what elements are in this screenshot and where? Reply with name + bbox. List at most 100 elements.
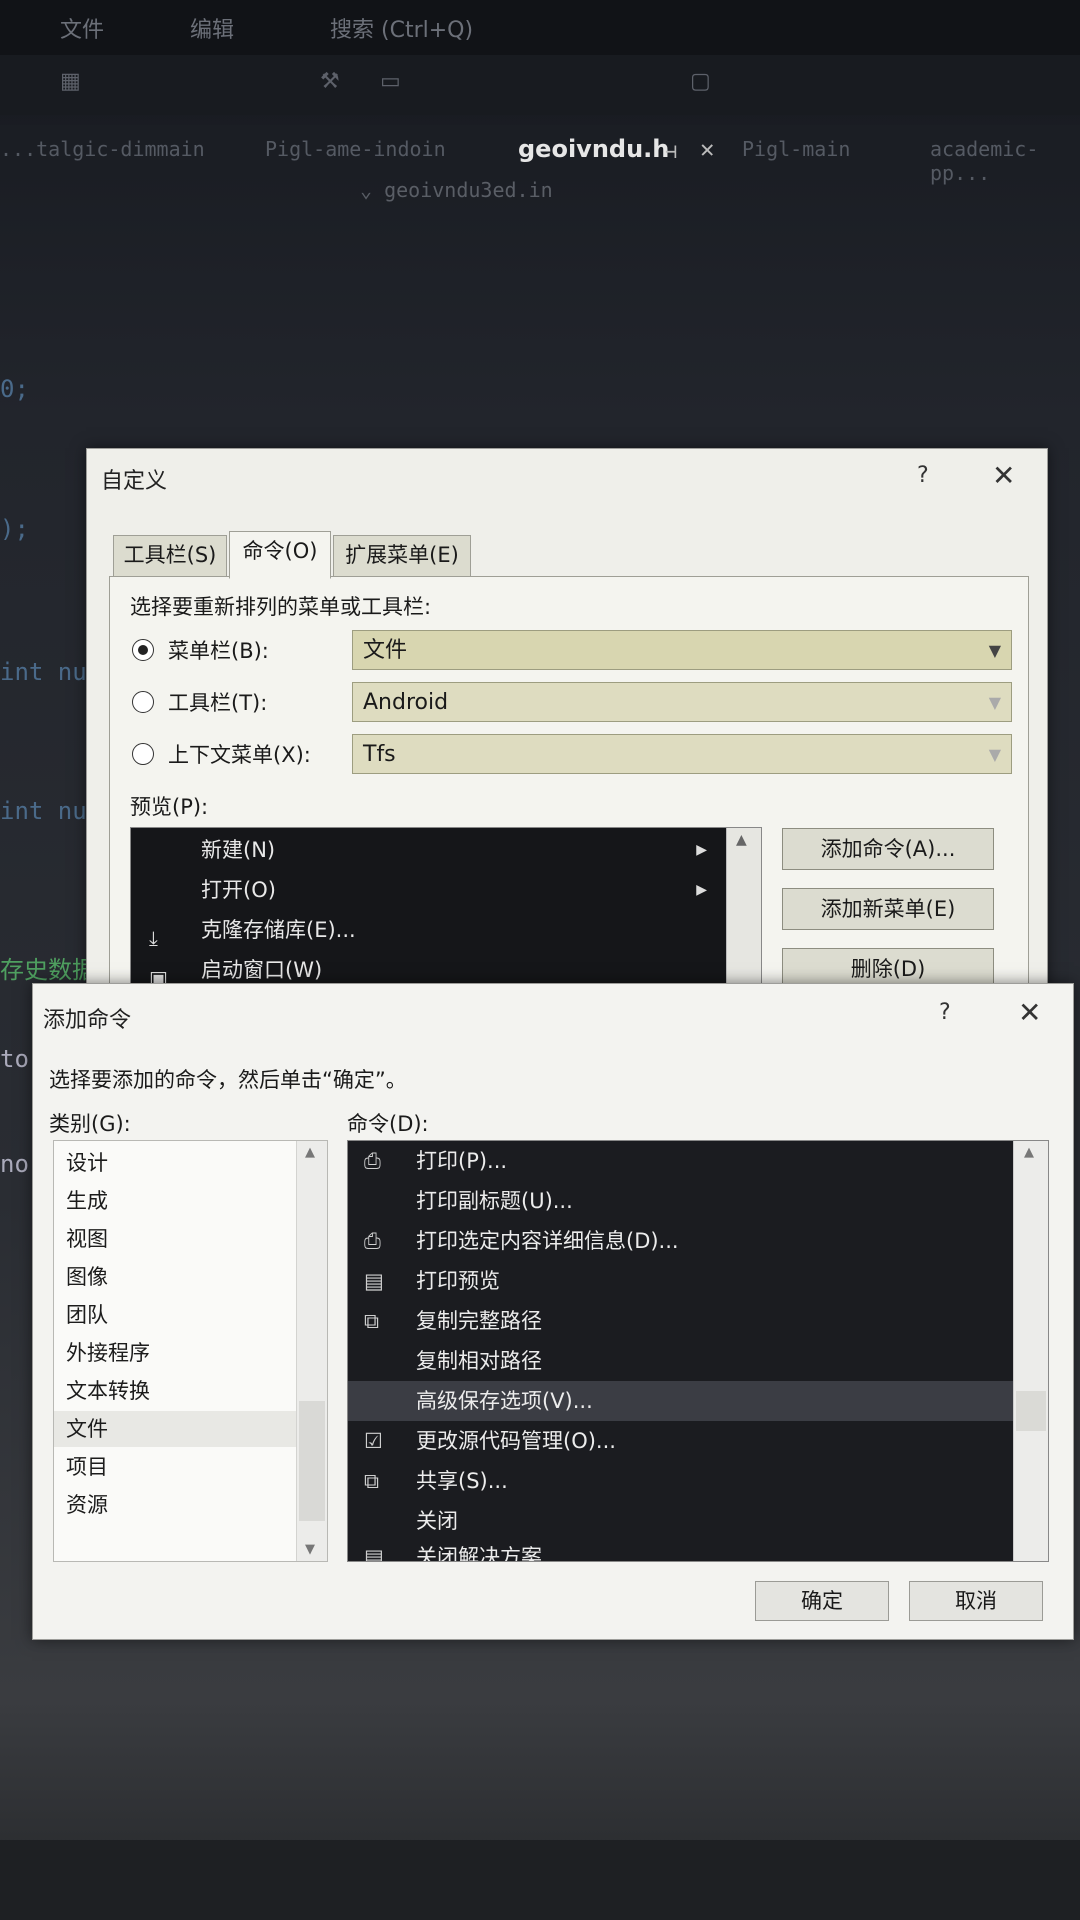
chevron-down-icon[interactable]: ▼ — [305, 1542, 315, 1557]
toolbar-icon[interactable]: ▢ — [690, 69, 711, 94]
list-item[interactable]: 复制相对路径 — [348, 1341, 1014, 1381]
command-label-text: 打印副标题(U)... — [416, 1189, 573, 1213]
chevron-up-icon[interactable]: ▲ — [1024, 1145, 1034, 1160]
add-command-instruction: 选择要添加的命令，然后单击“确定”。 — [49, 1068, 407, 1092]
menu-preview-list[interactable]: 新建(N) ▶ 打开(O) ▶ ⤓ 克隆存储库(E)... ▣ 启动窗口(W) … — [130, 827, 762, 999]
toolbar-radio[interactable] — [132, 691, 154, 713]
editor-subtab[interactable]: ⌄ geoivndu3ed.in — [360, 178, 553, 202]
build-icon[interactable]: ⚒ — [320, 69, 340, 94]
category-scrollbar[interactable]: ▲ ▼ — [296, 1141, 327, 1561]
close-icon[interactable]: ✕ — [992, 459, 1015, 492]
list-item[interactable]: 图像 — [66, 1261, 108, 1291]
code-line: 0; — [0, 375, 29, 403]
help-icon[interactable]: ? — [939, 1000, 951, 1025]
context-menu-radio[interactable] — [132, 743, 154, 765]
cancel-button[interactable]: 取消 — [909, 1581, 1043, 1621]
command-list[interactable]: ⎙ 打印(P)... 打印副标题(U)... ⎙ 打印选定内容详细信息(D)..… — [347, 1140, 1049, 1562]
list-item[interactable]: ⧉ 共享(S)... — [348, 1461, 1014, 1501]
editor-tab[interactable]: academic-pp... — [930, 137, 1080, 185]
ide-menu-edit[interactable]: 编辑 — [190, 12, 234, 44]
preview-item-label: 克隆存储库(E)... — [201, 918, 356, 942]
chevron-down-icon: ▼ — [988, 641, 1001, 660]
list-item[interactable]: ▤ 关闭解决方案 — [348, 1541, 1014, 1561]
ok-button[interactable]: 确定 — [755, 1581, 889, 1621]
list-item[interactable]: 团队 — [66, 1299, 108, 1329]
list-item[interactable]: 打印副标题(U)... — [348, 1181, 1014, 1221]
tab-toolbars[interactable]: 工具栏(S) — [113, 535, 227, 577]
printer-icon: ⎙ — [364, 1149, 381, 1173]
command-label-text: 更改源代码管理(O)... — [416, 1429, 616, 1453]
add-command-dialog: 添加命令 ? ✕ 选择要添加的命令，然后单击“确定”。 类别(G): 命令(D)… — [32, 983, 1074, 1640]
tab-extension-menus[interactable]: 扩展菜单(E) — [333, 535, 471, 577]
chevron-down-icon: ▼ — [988, 745, 1001, 764]
command-label-text: 高级保存选项(V)... — [416, 1389, 593, 1413]
chevron-up-icon[interactable]: ▲ — [305, 1145, 315, 1160]
close-icon[interactable]: ✕ — [1018, 996, 1041, 1029]
list-item[interactable]: ☑ 更改源代码管理(O)... — [348, 1421, 1014, 1461]
list-item[interactable]: 生成 — [66, 1185, 108, 1215]
list-item[interactable]: ▤ 打印预览 — [348, 1261, 1014, 1301]
ide-menu-file[interactable]: 文件 — [60, 12, 104, 44]
list-item[interactable]: 文本转换 — [66, 1375, 150, 1405]
code-line: int nu — [0, 797, 87, 825]
scrollbar-thumb[interactable] — [299, 1401, 325, 1521]
submenu-arrow-icon: ▶ — [696, 842, 707, 858]
preview-item[interactable]: 新建(N) ▶ — [131, 830, 727, 870]
share-icon: ⧉ — [364, 1469, 379, 1493]
preview-item[interactable]: ⤓ 克隆存储库(E)... — [131, 910, 727, 950]
toolbar-select[interactable]: Android ▼ — [352, 682, 1012, 722]
list-item-selected[interactable]: 文件 — [66, 1413, 108, 1443]
scrollbar-thumb[interactable] — [1016, 1391, 1046, 1431]
toolbar-radio-label: 工具栏(T): — [168, 691, 268, 715]
list-item[interactable]: 设计 — [66, 1147, 108, 1177]
context-menu-select-value: Tfs — [363, 742, 396, 767]
close-solution-icon: ▤ — [364, 1545, 384, 1561]
preview-scrollbar[interactable]: ▲ — [726, 828, 761, 998]
command-label-text: 复制相对路径 — [416, 1349, 542, 1373]
preview-item[interactable]: 打开(O) ▶ — [131, 870, 727, 910]
tab-commands[interactable]: 命令(O) — [229, 531, 331, 579]
command-scrollbar[interactable]: ▲ — [1013, 1141, 1048, 1561]
code-line: int nu — [0, 658, 87, 686]
help-icon[interactable]: ? — [917, 463, 929, 488]
customize-dialog: 自定义 ? ✕ 工具栏(S) 命令(O) 扩展菜单(E) 选择要重新排列的菜单或… — [86, 448, 1048, 1018]
list-item[interactable]: 视图 — [66, 1223, 108, 1253]
ide-menubar: 文件 编辑 搜索 (Ctrl+Q) — [0, 0, 1080, 55]
code-line: ); — [0, 515, 29, 543]
command-label-text: 关闭 — [416, 1509, 458, 1533]
list-item-highlighted[interactable]: 高级保存选项(V)... — [348, 1381, 1014, 1421]
chevron-up-icon[interactable]: ▲ — [736, 832, 747, 848]
print-preview-icon: ▤ — [364, 1269, 384, 1293]
menubar-select[interactable]: 文件 ▼ — [352, 630, 1012, 670]
list-item[interactable]: 项目 — [66, 1451, 108, 1481]
list-item[interactable]: 关闭 — [348, 1501, 1014, 1541]
chevron-down-icon: ▼ — [988, 693, 1001, 712]
add-new-menu-button[interactable]: 添加新菜单(E) — [782, 888, 994, 930]
list-item[interactable]: 资源 — [66, 1489, 108, 1519]
category-list[interactable]: 设计 生成 视图 图像 团队 外接程序 文本转换 文件 项目 资源 ▲ ▼ — [53, 1140, 328, 1562]
source-control-icon: ☑ — [364, 1429, 383, 1453]
close-icon[interactable]: ✕ — [700, 135, 714, 163]
pin-icon[interactable]: ⊣ — [665, 139, 677, 163]
chevron-down-icon: ⌄ — [360, 178, 385, 202]
list-item[interactable]: ⎙ 打印选定内容详细信息(D)... — [348, 1221, 1014, 1261]
editor-tab[interactable]: ...talgic-dimmain — [0, 137, 205, 161]
menubar-radio[interactable] — [132, 639, 154, 661]
add-command-button[interactable]: 添加命令(A)... — [782, 828, 994, 870]
preview-item-label: 新建(N) — [201, 838, 276, 862]
toolbar-icon[interactable]: ▦ — [60, 69, 81, 94]
context-menu-select[interactable]: Tfs ▼ — [352, 734, 1012, 774]
submenu-arrow-icon: ▶ — [696, 882, 707, 898]
editor-subtab-label: geoivndu3ed.in — [384, 178, 553, 202]
ide-search-box[interactable]: 搜索 (Ctrl+Q) — [330, 12, 473, 44]
list-item[interactable]: ⎙ 打印(P)... — [348, 1141, 1014, 1181]
editor-tab[interactable]: Pigl-ame-indoin — [265, 137, 446, 161]
editor-tab-active[interactable]: geoivndu.h — [518, 135, 669, 163]
ide-status-area — [0, 1840, 1080, 1920]
list-item[interactable]: 外接程序 — [66, 1337, 150, 1367]
editor-tab[interactable]: Pigl-main — [742, 137, 850, 161]
code-line: 存史数据 — [0, 956, 96, 984]
rearrange-instruction: 选择要重新排列的菜单或工具栏: — [130, 595, 432, 619]
list-item[interactable]: ⧉ 复制完整路径 — [348, 1301, 1014, 1341]
run-icon[interactable]: ▭ — [380, 69, 401, 94]
